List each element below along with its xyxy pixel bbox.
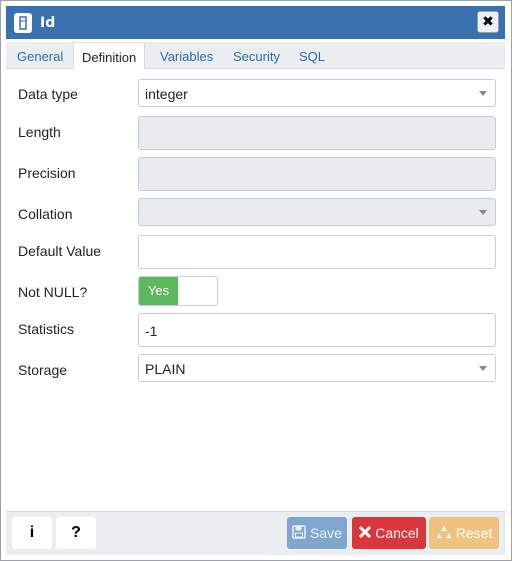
collation-select (138, 198, 496, 226)
collation-label: Collation (18, 206, 73, 222)
tab-general[interactable]: General (9, 42, 71, 69)
tab-security[interactable]: Security (225, 42, 288, 69)
default-value-input[interactable] (138, 235, 496, 269)
tab-sql[interactable]: SQL (291, 42, 333, 69)
save-label: Save (310, 525, 342, 541)
chevron-down-icon (479, 366, 487, 371)
tab-definition[interactable]: Definition (73, 42, 146, 70)
storage-select[interactable]: PLAIN (138, 354, 496, 382)
dialog-footer: i ? Save Cancel Reset (6, 511, 505, 555)
reset-button[interactable]: Reset (429, 517, 499, 549)
chevron-down-icon (479, 91, 487, 96)
precision-label: Precision (18, 165, 76, 181)
data-type-select[interactable]: integer (138, 79, 496, 107)
dialog-titlebar[interactable]: Id ✖ (6, 6, 505, 39)
data-type-value: integer (145, 86, 188, 102)
data-type-label: Data type (18, 86, 78, 102)
close-icon (359, 525, 372, 541)
cancel-label: Cancel (375, 525, 419, 541)
close-icon: ✖ (482, 14, 494, 30)
floppy-disk-icon (292, 524, 306, 542)
statistics-value: -1 (145, 323, 158, 339)
not-null-toggle[interactable]: Yes (138, 276, 218, 306)
recycle-icon (436, 524, 452, 543)
help-button[interactable]: ? (56, 517, 96, 549)
not-null-label: Not NULL? (18, 284, 88, 300)
dialog-title: Id (40, 14, 56, 31)
help-icon: ? (71, 524, 81, 541)
info-icon: i (29, 524, 35, 541)
save-button[interactable]: Save (287, 517, 347, 549)
column-icon (14, 12, 32, 33)
default-value-label: Default Value (18, 243, 102, 259)
storage-value: PLAIN (145, 361, 186, 377)
reset-label: Reset (455, 525, 493, 541)
chevron-down-icon (479, 210, 487, 215)
toggle-on-label: Yes (139, 277, 178, 305)
column-dialog: Id ✖ General Definition Variables Securi… (0, 0, 512, 561)
tab-variables[interactable]: Variables (152, 42, 221, 69)
cancel-button[interactable]: Cancel (352, 517, 426, 549)
precision-input (138, 157, 496, 191)
tab-bar: General Definition Variables Security SQ… (6, 42, 505, 70)
length-label: Length (18, 124, 61, 140)
close-button[interactable]: ✖ (477, 11, 499, 33)
storage-label: Storage (18, 362, 68, 378)
statistics-input[interactable]: -1 (138, 313, 496, 347)
length-input (138, 116, 496, 150)
info-button[interactable]: i (12, 517, 52, 549)
statistics-label: Statistics (18, 321, 75, 337)
definition-form: Data type integer Length Precision Colla… (6, 69, 505, 511)
